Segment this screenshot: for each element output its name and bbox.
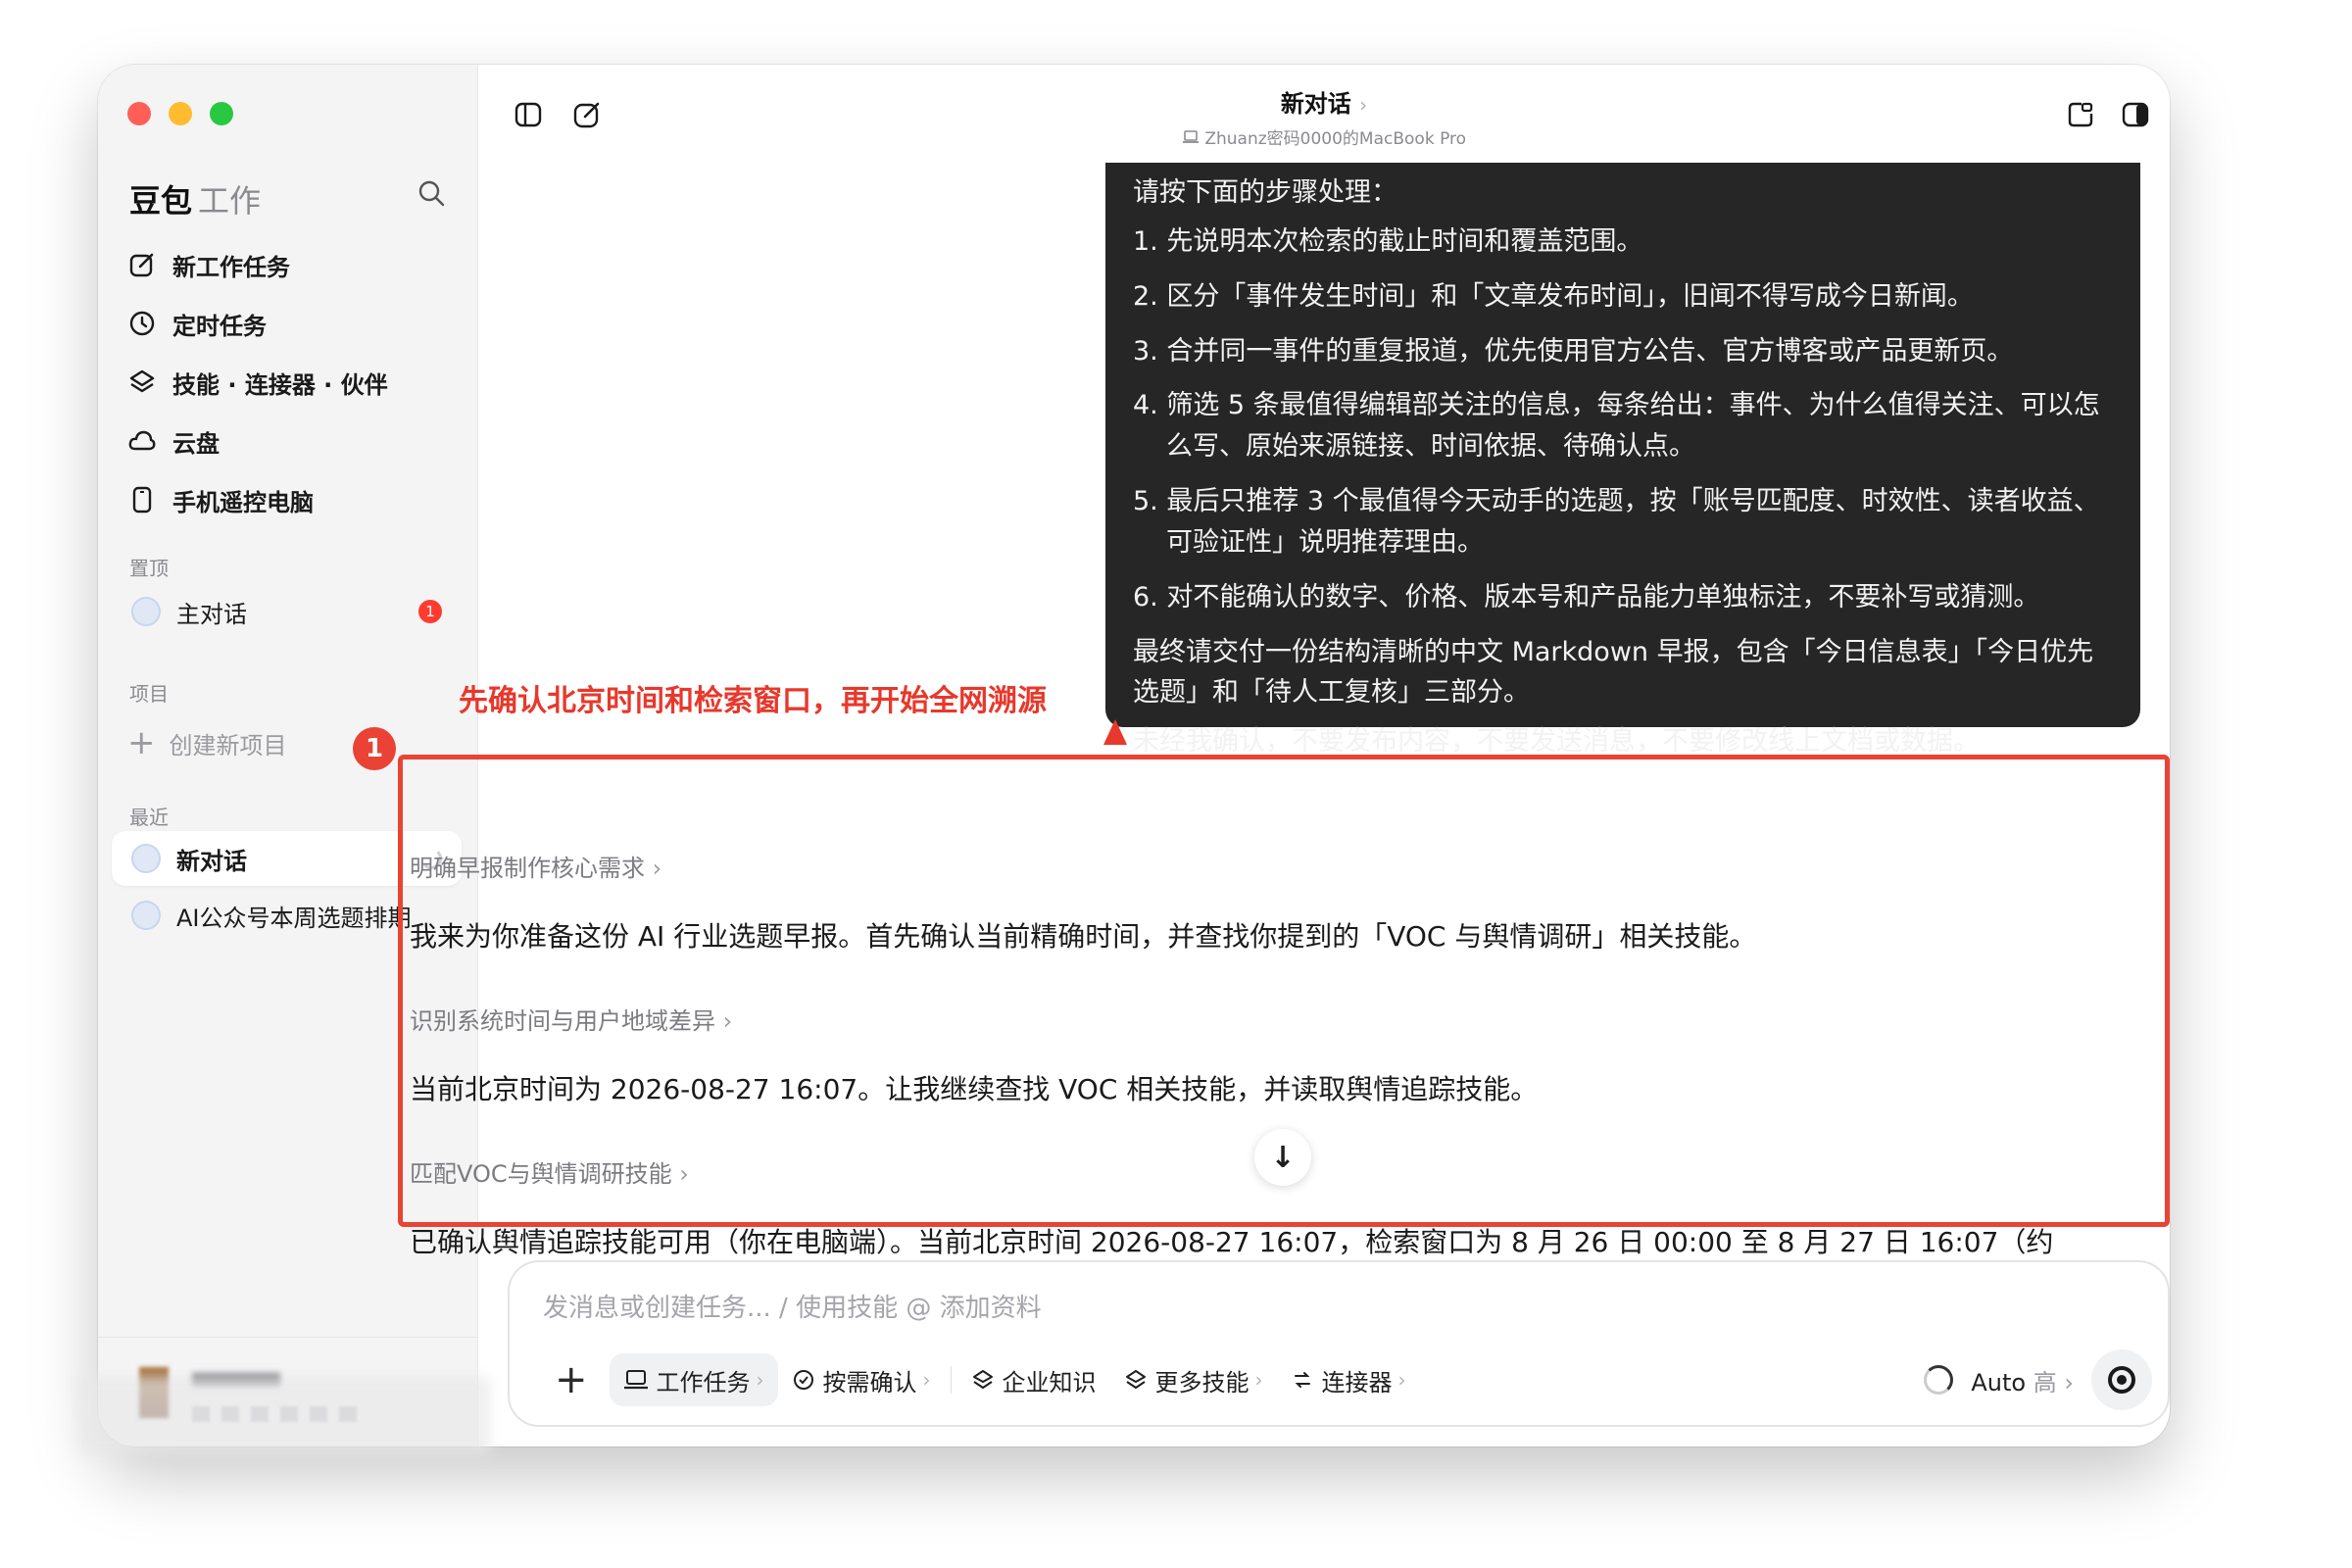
annotation-text: 先确认北京时间和检索窗口，再开始全网溯源 xyxy=(459,684,1047,718)
more-skills-button[interactable]: 更多技能 › xyxy=(1110,1353,1277,1406)
sidebar-item-label: 技能 · 连接器 · 伙伴 xyxy=(172,370,388,399)
sidebar-item-new-task[interactable]: 新工作任务 xyxy=(127,235,458,294)
more-skills-label: 更多技能 xyxy=(1154,1368,1250,1396)
window-controls xyxy=(127,102,233,125)
list-item: 1. 先说明本次检索的截止时间和覆盖范围。 xyxy=(1133,225,1643,257)
unread-badge: 1 xyxy=(418,600,442,623)
brand-sub: 工作 xyxy=(198,182,262,220)
sidebar-item-skills[interactable]: 技能 · 连接器 · 伙伴 xyxy=(127,353,458,412)
conversation-title: 新对话 xyxy=(1280,90,1351,118)
confirm-mode-button[interactable]: 按需确认 › xyxy=(778,1353,945,1406)
sidebar-item-scheduled[interactable]: 定时任务 xyxy=(127,294,458,353)
create-project-button[interactable]: + 创建新项目 xyxy=(127,723,287,762)
chevron-right-icon: › xyxy=(1359,93,1368,117)
chevron-right-icon: › xyxy=(756,1368,764,1392)
pinned-section-label: 置顶 xyxy=(129,557,169,580)
pinned-conversation-label: 主对话 xyxy=(176,600,247,628)
search-icon[interactable] xyxy=(416,178,446,208)
sidebar-nav: 新工作任务 定时任务 技能 · 连接器 · 伙伴 云盘 手机遥控电脑 xyxy=(127,235,458,529)
work-task-label: 工作任务 xyxy=(656,1368,751,1396)
list-item: 6. 对不能确认的数字、价格、版本号和产品能力单独标注，不要补写或猜测。 xyxy=(1133,581,2040,612)
annotation-number: 1 xyxy=(353,727,396,770)
sidebar-item-cloud[interactable]: 云盘 xyxy=(127,412,458,470)
pinned-conversation[interactable]: 主对话 1 xyxy=(112,584,462,639)
toggle-right-panel-icon[interactable] xyxy=(2119,98,2152,131)
plus-icon: + xyxy=(127,723,156,762)
conversation-title-area[interactable]: 新对话 › Zhuanz密码0000的MacBook Pro xyxy=(478,84,2170,149)
connector-icon xyxy=(1294,1372,1310,1388)
annotation-arrow xyxy=(1103,719,1127,745)
layers-icon xyxy=(1125,1370,1146,1390)
layers-icon xyxy=(127,368,157,397)
cloud-icon xyxy=(127,426,157,456)
projects-section-label: 项目 xyxy=(129,682,169,706)
device-name: Zhuanz密码0000的MacBook Pro xyxy=(1204,129,1467,149)
model-level: 高 xyxy=(2033,1368,2057,1396)
add-attachment-button[interactable]: + xyxy=(533,1353,610,1406)
chevron-right-icon: › xyxy=(2056,1368,2074,1396)
message-input[interactable]: 发消息或创建任务... / 使用技能 @ 添加资料 xyxy=(543,1288,1042,1324)
page-title[interactable]: 新对话 › xyxy=(478,84,2170,119)
conversation-avatar xyxy=(131,597,161,626)
annotation-highlight-box xyxy=(398,755,2170,1227)
enterprise-knowledge-button[interactable]: 企业知识 xyxy=(957,1353,1110,1406)
sidebar-item-label: 云盘 xyxy=(172,429,220,458)
list-item: 4. 筛选 5 条最值得编辑部关注的信息，每条给出：事件、为什么值得关注、可以怎… xyxy=(1133,390,2100,463)
redacted-area xyxy=(78,1376,490,1454)
list-item: 3. 合并同一事件的重复报道，优先使用官方公告、官方博客或产品更新页。 xyxy=(1133,335,2014,367)
device-label: Zhuanz密码0000的MacBook Pro xyxy=(478,124,2170,149)
user-message-bubble: 请按下面的步骤处理： 1. 先说明本次检索的截止时间和覆盖范围。 2. 区分「事… xyxy=(1105,163,2140,757)
laptop-icon xyxy=(131,901,161,930)
model-selector[interactable]: Auto 高 › xyxy=(1971,1363,2074,1397)
zoom-window-button[interactable] xyxy=(210,102,233,125)
sidebar-item-label: 手机遥控电脑 xyxy=(172,488,314,516)
composer-right-tools: Auto 高 › xyxy=(1924,1349,2152,1410)
laptop-icon xyxy=(623,1370,648,1390)
recent-item-label: 新对话 xyxy=(176,847,247,875)
model-label: Auto xyxy=(1971,1368,2027,1396)
laptop-icon xyxy=(1182,130,1199,143)
assistant-message: 已确认舆情追踪技能可用（你在电脑端）。当前北京时间 2026-08-27 16:… xyxy=(410,1226,2054,1258)
brand-logo: 豆包 工作 xyxy=(129,176,261,221)
clock-icon xyxy=(127,309,157,338)
check-circle-icon xyxy=(793,1370,813,1390)
user-message-closing: 最终请交付一份结构清晰的中文 Markdown 早报，包含「今日信息表」「今日优… xyxy=(1133,636,2094,709)
loading-icon xyxy=(1924,1365,1954,1395)
chevron-right-icon: › xyxy=(1397,1368,1406,1392)
enterprise-knowledge-label: 企业知识 xyxy=(1002,1368,1097,1396)
record-icon xyxy=(2108,1366,2135,1394)
message-composer[interactable]: 发消息或创建任务... / 使用技能 @ 添加资料 + 工作任务 › 按需确认 › … xyxy=(508,1260,2170,1427)
list-item: 5. 最后只推荐 3 个最值得今天动手的选题，按「账号匹配度、时效性、读者收益、… xyxy=(1133,486,2100,558)
create-project-label: 创建新项目 xyxy=(169,731,287,760)
top-bar: 新对话 › Zhuanz密码0000的MacBook Pro xyxy=(478,65,2170,163)
sidebar-item-label: 定时任务 xyxy=(172,312,267,340)
chevron-right-icon: › xyxy=(1254,1368,1263,1392)
sidebar-item-phone-remote[interactable]: 手机遥控电脑 xyxy=(127,470,458,529)
chevron-right-icon: › xyxy=(922,1368,931,1392)
connectors-button[interactable]: 连接器 › xyxy=(1277,1353,1420,1406)
layers-icon xyxy=(972,1370,993,1390)
phone-icon xyxy=(127,485,157,514)
divider xyxy=(950,1366,952,1394)
confirm-mode-label: 按需确认 xyxy=(822,1368,917,1396)
minimize-window-button[interactable] xyxy=(169,102,192,125)
user-message-intro: 请按下面的步骤处理： xyxy=(1133,177,1397,208)
edit-icon xyxy=(127,250,157,279)
stop-record-button[interactable] xyxy=(2091,1349,2152,1410)
connectors-label: 连接器 xyxy=(1321,1368,1393,1396)
recent-item-label: AI公众号本周选题排期 xyxy=(176,904,412,932)
share-window-icon[interactable] xyxy=(2064,98,2097,131)
brand-name: 豆包 xyxy=(129,182,193,220)
composer-toolbar: + 工作任务 › 按需确认 › 企业知识 更多技能 › 连接器 › Auto 高 › xyxy=(533,1349,2152,1410)
list-item: 2. 区分「事件发生时间」和「文章发布时间」，旧闻不得写成今日新闻。 xyxy=(1133,280,1974,312)
sidebar-item-label: 新工作任务 xyxy=(172,253,290,281)
work-task-button[interactable]: 工作任务 › xyxy=(609,1353,778,1406)
user-message-steps: 1. 先说明本次检索的截止时间和覆盖范围。 2. 区分「事件发生时间」和「文章发… xyxy=(1133,221,2113,618)
close-window-button[interactable] xyxy=(127,102,151,125)
recent-section-label: 最近 xyxy=(129,806,169,829)
laptop-icon xyxy=(131,844,161,873)
